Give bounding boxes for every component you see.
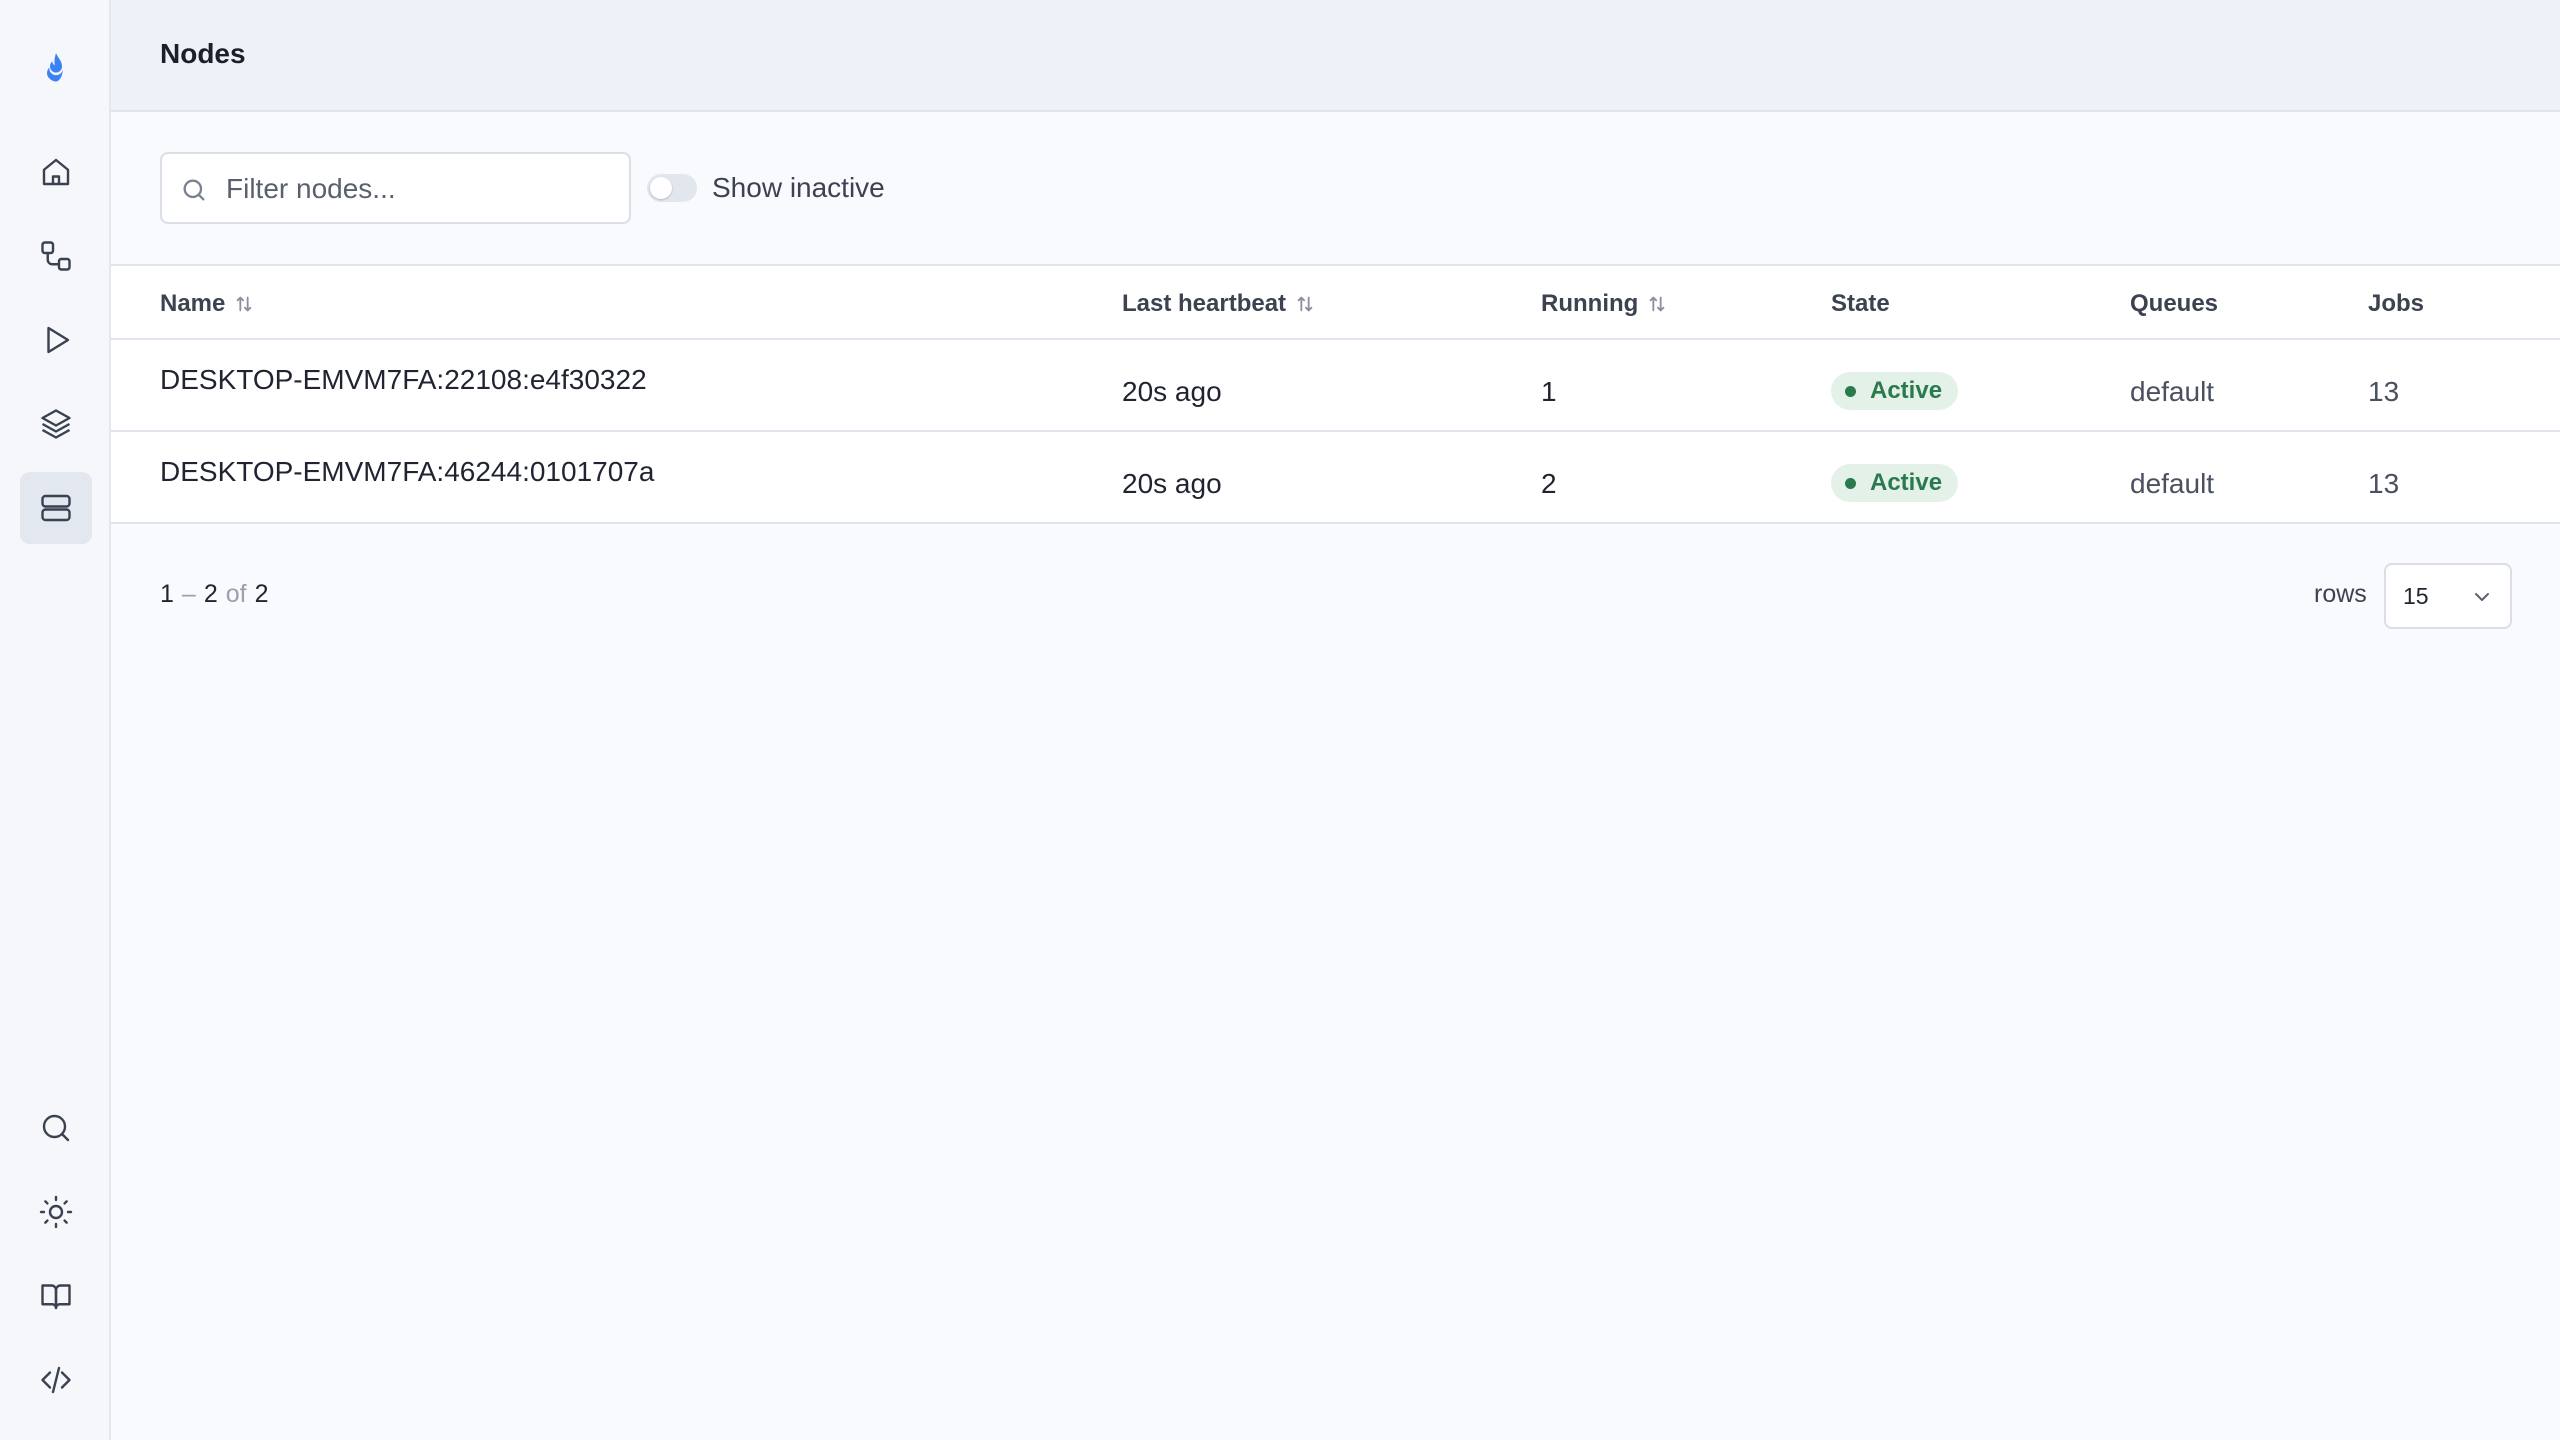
server-icon[interactable] (20, 472, 92, 544)
workflow-icon[interactable] (20, 220, 92, 292)
status-badge-label: Active (1870, 377, 1943, 404)
logo-flame-icon[interactable] (20, 32, 92, 104)
column-header-queues: Queues (2130, 290, 2219, 317)
status-dot (1845, 385, 1856, 397)
running-count: 1 (1541, 376, 1557, 407)
node-name[interactable]: DESKTOP-EMVM7FA:22108:e4f30322 (160, 364, 647, 396)
column-header-running-label: Running (1541, 290, 1639, 317)
page-header: Nodes (111, 0, 2560, 112)
play-icon[interactable] (20, 304, 92, 376)
chevron-down-icon (2475, 593, 2489, 601)
app: Nodes Show inactive Name Last heartbeat … (0, 0, 2560, 1440)
page-title: Nodes (160, 38, 246, 69)
rows-per-page-select[interactable]: 15 (2384, 563, 2512, 629)
rows-per-page-value: 15 (2403, 583, 2429, 609)
last-heartbeat: 20s ago (1122, 468, 1222, 499)
status-badge: Active (1831, 464, 1959, 502)
sun-icon[interactable] (20, 1176, 92, 1248)
book-icon[interactable] (20, 1260, 92, 1332)
pagination-start: 1 (160, 580, 174, 608)
last-heartbeat: 20s ago (1122, 376, 1222, 407)
column-header-jobs: Jobs (2368, 290, 2425, 317)
status-dot (1845, 477, 1856, 489)
status-badge: Active (1831, 372, 1959, 410)
table-header: Name Last heartbeat Running State Queues… (111, 266, 2560, 340)
jobs-count: 13 (2368, 468, 2400, 499)
column-header-last-heartbeat[interactable]: Last heartbeat (1122, 290, 1316, 318)
table-row[interactable]: DESKTOP-EMVM7FA:22108:e4f30322 20s ago 1… (111, 340, 2560, 432)
filter-nodes-field[interactable] (160, 152, 631, 224)
show-inactive-label[interactable]: Show inactive (712, 172, 885, 204)
rows-per-page-label: rows (2314, 580, 2367, 608)
sort-icon (1649, 296, 1665, 312)
sort-icon (1297, 296, 1313, 312)
column-header-last-heartbeat-label: Last heartbeat (1122, 290, 1287, 317)
filter-nodes-input[interactable] (226, 164, 616, 214)
sort-icon (237, 296, 252, 312)
code-icon[interactable] (20, 1344, 92, 1416)
status-badge-label: Active (1870, 469, 1943, 496)
layers-icon[interactable] (20, 388, 92, 460)
pagination-separator: – (181, 580, 196, 608)
table-row[interactable]: DESKTOP-EMVM7FA:46244:0101707a 20s ago 2… (111, 432, 2560, 524)
running-count: 2 (1541, 468, 1557, 499)
column-header-running[interactable]: Running (1541, 290, 1668, 318)
column-header-name[interactable]: Name (160, 290, 255, 318)
queues-value: default (2130, 376, 2215, 407)
node-name[interactable]: DESKTOP-EMVM7FA:46244:0101707a (160, 456, 654, 488)
pagination-end: 2 (203, 580, 218, 608)
nodes-table: Name Last heartbeat Running State Queues… (111, 264, 2560, 524)
column-header-name-label: Name (160, 290, 226, 317)
column-header-state: State (1831, 290, 1890, 317)
pagination-of: of (225, 580, 247, 608)
queues-value: default (2130, 468, 2215, 499)
show-inactive-toggle[interactable] (647, 174, 697, 202)
toggle-knob (650, 177, 672, 199)
home-icon[interactable] (20, 136, 92, 208)
search-icon[interactable] (20, 1092, 92, 1164)
sidebar (0, 0, 111, 1440)
pagination-total: 2 (254, 580, 269, 608)
pagination-summary: 1–2 of 2 (160, 580, 268, 609)
jobs-count: 13 (2368, 376, 2400, 407)
search-icon (183, 179, 205, 201)
